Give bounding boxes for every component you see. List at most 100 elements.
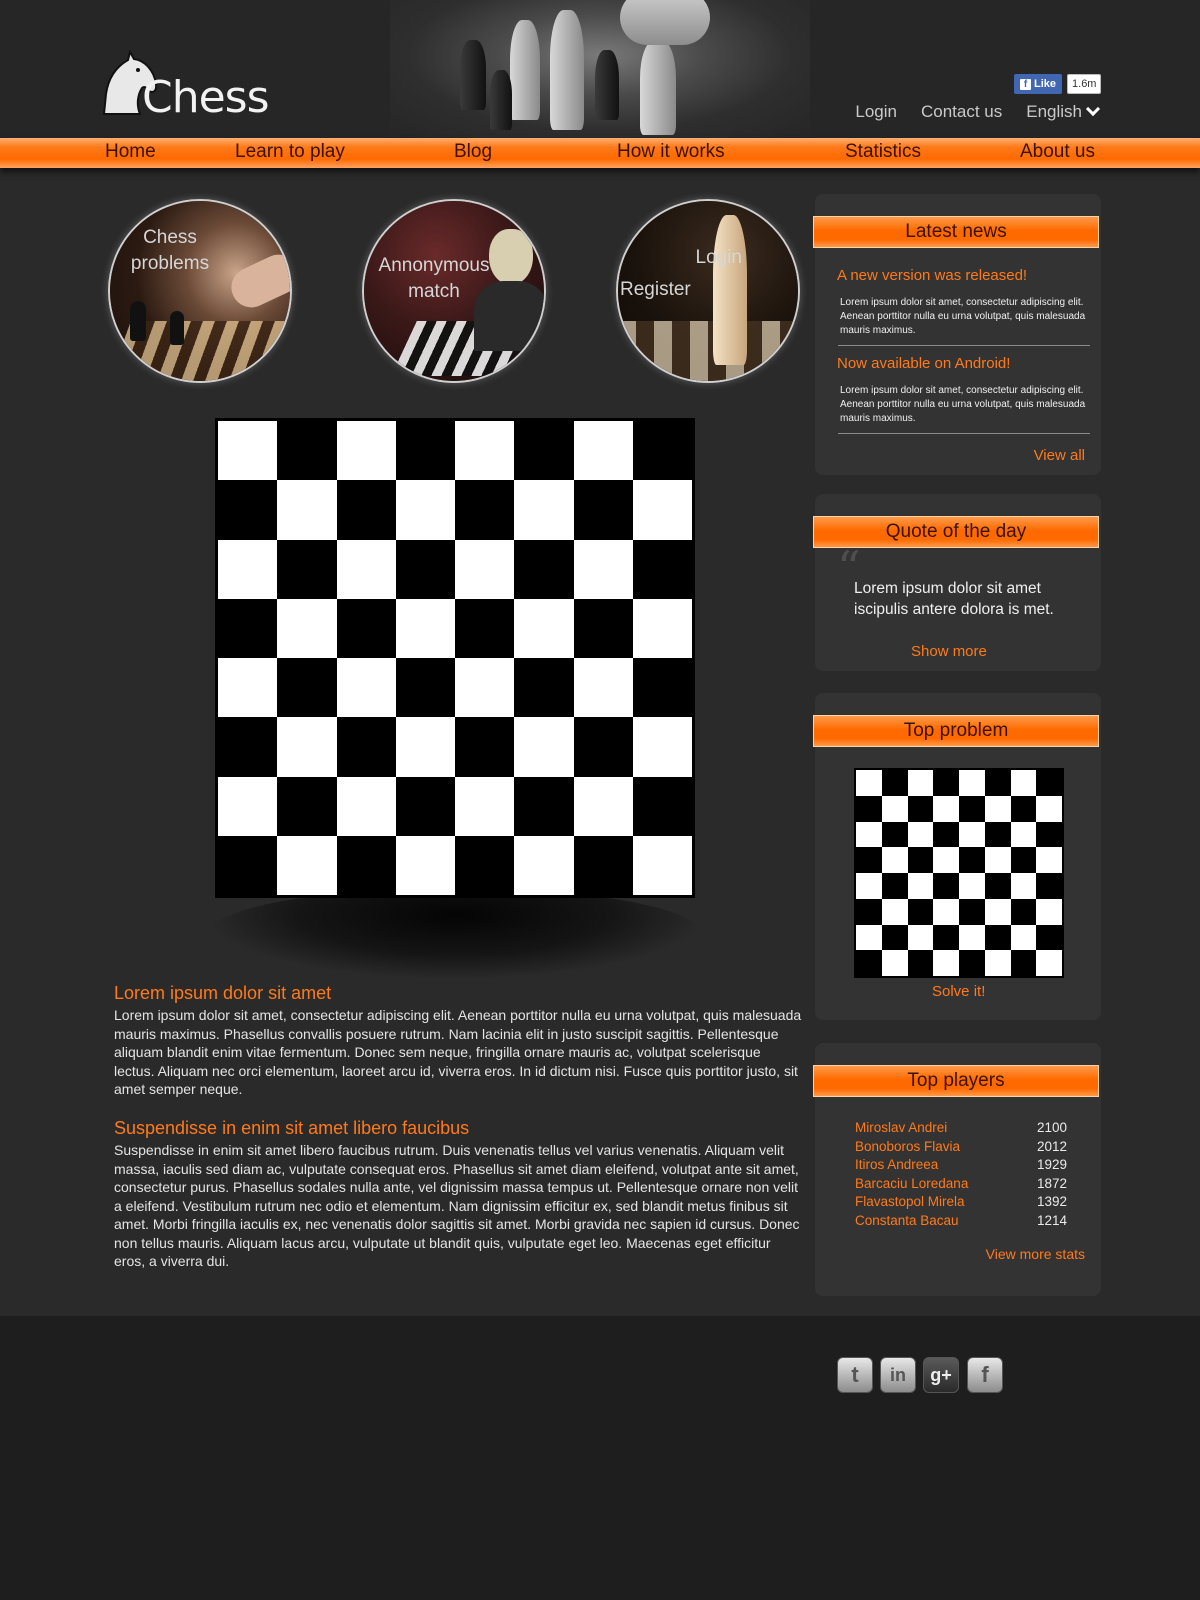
player-row[interactable]: Itiros Andreea 1929 <box>855 1156 1067 1175</box>
player-name[interactable]: Constanta Bacau <box>855 1212 959 1231</box>
board-square[interactable] <box>1036 770 1062 796</box>
board-square[interactable] <box>336 658 396 718</box>
board-square[interactable] <box>1036 950 1062 976</box>
board-square[interactable] <box>455 539 515 599</box>
problem-board[interactable] <box>854 768 1064 978</box>
board-square[interactable] <box>984 847 1011 873</box>
board-square[interactable] <box>573 539 633 599</box>
board-square[interactable] <box>632 421 692 481</box>
board-square[interactable] <box>514 539 574 599</box>
board-square[interactable] <box>881 873 908 899</box>
board-square[interactable] <box>856 770 882 796</box>
board-square[interactable] <box>632 598 692 658</box>
board-square[interactable] <box>395 835 455 895</box>
board-square[interactable] <box>907 770 934 796</box>
board-square[interactable] <box>1010 950 1037 976</box>
board-square[interactable] <box>632 480 692 540</box>
board-square[interactable] <box>218 598 278 658</box>
chess-problems-circle[interactable]: Chess problems <box>108 199 292 383</box>
article-1-title[interactable]: Lorem ipsum dolor sit amet <box>114 983 804 1004</box>
board-square[interactable] <box>959 950 985 976</box>
nav-how-it-works[interactable]: How it works <box>617 141 725 163</box>
view-more-stats-link[interactable]: View more stats <box>986 1246 1085 1262</box>
article-2-title[interactable]: Suspendisse in enim sit amet libero fauc… <box>114 1118 804 1139</box>
chess-board[interactable] <box>215 418 695 898</box>
board-square[interactable] <box>336 717 396 777</box>
board-square[interactable] <box>959 795 985 822</box>
board-square[interactable] <box>881 847 908 873</box>
board-square[interactable] <box>632 658 692 718</box>
site-logo[interactable]: Chess <box>100 50 270 123</box>
board-square[interactable] <box>1010 873 1037 899</box>
board-square[interactable] <box>907 821 934 848</box>
board-square[interactable] <box>959 898 985 925</box>
board-square[interactable] <box>277 658 337 718</box>
login-link[interactable]: Login <box>855 102 897 122</box>
board-square[interactable] <box>959 770 985 796</box>
board-square[interactable] <box>1036 924 1062 951</box>
board-square[interactable] <box>984 795 1011 822</box>
player-name[interactable]: Bonoboros Flavia <box>855 1138 960 1157</box>
player-row[interactable]: Miroslav Andrei 2100 <box>855 1119 1067 1138</box>
solve-it-link[interactable]: Solve it! <box>932 983 985 1000</box>
nav-blog[interactable]: Blog <box>454 141 492 163</box>
board-square[interactable] <box>573 480 633 540</box>
board-square[interactable] <box>907 898 934 925</box>
board-square[interactable] <box>218 480 278 540</box>
board-square[interactable] <box>881 898 908 925</box>
board-square[interactable] <box>336 539 396 599</box>
board-square[interactable] <box>1036 898 1062 925</box>
board-square[interactable] <box>632 717 692 777</box>
board-square[interactable] <box>907 950 934 976</box>
board-square[interactable] <box>573 835 633 895</box>
nav-about-us[interactable]: About us <box>1020 141 1095 163</box>
board-square[interactable] <box>933 950 959 976</box>
board-square[interactable] <box>632 776 692 836</box>
player-row[interactable]: Flavastopol Mirela 1392 <box>855 1193 1067 1212</box>
board-square[interactable] <box>1010 770 1037 796</box>
language-selector[interactable]: English <box>1026 101 1101 122</box>
board-square[interactable] <box>881 795 908 822</box>
board-square[interactable] <box>218 658 278 718</box>
facebook-like-button[interactable]: f Like <box>1014 74 1063 94</box>
twitter-icon[interactable]: t <box>837 1357 873 1393</box>
nav-learn-to-play[interactable]: Learn to play <box>235 141 345 163</box>
board-square[interactable] <box>514 658 574 718</box>
player-name[interactable]: Miroslav Andrei <box>855 1119 947 1138</box>
board-square[interactable] <box>1036 795 1062 822</box>
login-register-circle[interactable]: Login Register <box>616 199 800 383</box>
board-square[interactable] <box>1010 898 1037 925</box>
board-square[interactable] <box>395 717 455 777</box>
google-plus-icon[interactable]: g+ <box>923 1357 959 1393</box>
board-square[interactable] <box>933 924 959 951</box>
board-square[interactable] <box>336 598 396 658</box>
board-square[interactable] <box>277 539 337 599</box>
board-square[interactable] <box>933 898 959 925</box>
board-square[interactable] <box>632 835 692 895</box>
board-square[interactable] <box>573 776 633 836</box>
board-square[interactable] <box>277 480 337 540</box>
linkedin-icon[interactable]: in <box>880 1357 916 1393</box>
board-square[interactable] <box>514 717 574 777</box>
player-row[interactable]: Constanta Bacau 1214 <box>855 1212 1067 1231</box>
nav-statistics[interactable]: Statistics <box>845 141 921 163</box>
board-square[interactable] <box>218 717 278 777</box>
board-square[interactable] <box>395 776 455 836</box>
board-square[interactable] <box>395 421 455 481</box>
board-square[interactable] <box>573 717 633 777</box>
board-square[interactable] <box>632 539 692 599</box>
news-item-1-title[interactable]: A new version was released! <box>837 267 1027 284</box>
board-square[interactable] <box>856 950 882 976</box>
board-square[interactable] <box>395 480 455 540</box>
board-square[interactable] <box>455 480 515 540</box>
board-square[interactable] <box>336 835 396 895</box>
board-square[interactable] <box>455 421 515 481</box>
board-square[interactable] <box>1010 847 1037 873</box>
player-name[interactable]: Itiros Andreea <box>855 1156 938 1175</box>
board-square[interactable] <box>984 950 1011 976</box>
contact-us-link[interactable]: Contact us <box>921 102 1002 122</box>
player-row[interactable]: Barcaciu Loredana 1872 <box>855 1175 1067 1194</box>
board-square[interactable] <box>907 873 934 899</box>
board-square[interactable] <box>856 873 882 899</box>
board-square[interactable] <box>395 658 455 718</box>
